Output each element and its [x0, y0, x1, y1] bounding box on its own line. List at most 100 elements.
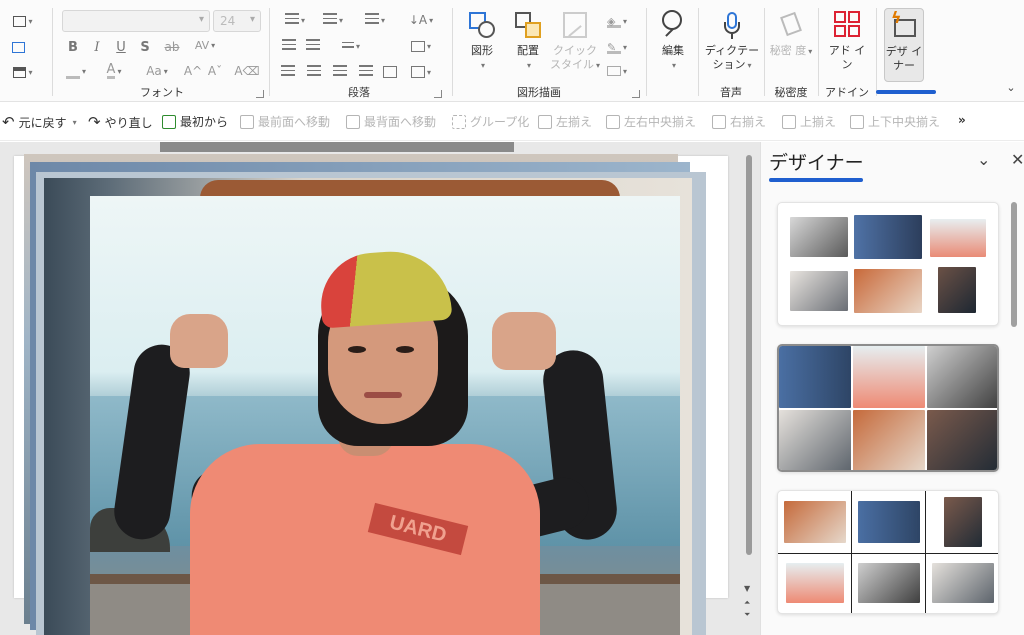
align-right-label: 右揃え: [730, 115, 767, 129]
slide-photo[interactable]: UARD: [90, 196, 680, 635]
thumbnail-photo: [944, 497, 982, 547]
arrange-button[interactable]: 配置 ▾: [504, 10, 552, 73]
previous-slide-arrow[interactable]: ⏶: [744, 598, 750, 608]
quick-styles-button[interactable]: クイック スタイル ▾: [546, 10, 604, 73]
shape-outline-button[interactable]: ✎ ▾: [602, 38, 632, 56]
slide-canvas: UARD: [0, 142, 760, 635]
align-middle-label: 上下中央揃え: [868, 115, 941, 129]
bullets-button[interactable]: ▾: [280, 12, 310, 28]
sensitivity-button[interactable]: 秘密 度 ▾: [768, 10, 814, 59]
shadow-button[interactable]: S: [138, 38, 152, 56]
thumbnail-photo: [932, 563, 994, 603]
font-size-combo[interactable]: 24 ▾: [213, 10, 261, 32]
align-left-button[interactable]: 左揃え: [538, 113, 592, 130]
designer-scrollbar[interactable]: [1011, 202, 1017, 462]
scroll-down-arrow[interactable]: ▼: [744, 584, 750, 593]
designer-button[interactable]: ϟ デザ イナー: [884, 8, 924, 82]
editing-button[interactable]: 編集 ▾: [650, 8, 696, 73]
align-right-button[interactable]: 右揃え: [712, 113, 766, 130]
pane-close-button[interactable]: ✕: [1011, 150, 1024, 169]
shapes-button[interactable]: 図形 ▾: [458, 10, 506, 73]
designer-pane-title: デザイナー: [769, 152, 864, 174]
highlighter-icon: [65, 75, 80, 79]
canvas-scrollbar-thumb[interactable]: [746, 155, 752, 555]
voice-group-label: 音声: [720, 86, 742, 99]
distributed-button[interactable]: [382, 64, 398, 80]
columns-button[interactable]: ▾: [336, 38, 366, 54]
redo-button[interactable]: ↷ やり直し: [88, 113, 153, 131]
bullets-icon: [284, 13, 299, 27]
align-middle-button[interactable]: 上下中央揃え: [850, 113, 940, 130]
bold-button[interactable]: B: [66, 38, 80, 56]
smartart-button[interactable]: ▾: [406, 64, 436, 80]
pane-options-button[interactable]: ⌄: [977, 150, 990, 169]
align-center-label: 左右中央揃え: [624, 115, 697, 129]
quick-styles-icon: [561, 10, 589, 40]
design-idea-card-selected[interactable]: [777, 344, 999, 472]
next-slide-arrow[interactable]: ⏷: [744, 610, 750, 620]
align-center-button[interactable]: 左右中央揃え: [606, 113, 696, 130]
more-commands-button[interactable]: »: [958, 113, 966, 127]
indent-icon: [306, 39, 320, 53]
drawing-dialog-launcher[interactable]: [632, 90, 640, 98]
design-idea-card[interactable]: [777, 490, 999, 614]
italic-button[interactable]: I: [90, 38, 104, 56]
character-spacing-button[interactable]: AV ▾: [190, 36, 220, 54]
line-spacing-button[interactable]: ▾: [360, 12, 390, 28]
left-eye: [348, 346, 366, 353]
bring-forward-button[interactable]: 最前面へ移動: [240, 113, 330, 130]
align-right-obj-icon: [712, 114, 726, 129]
underline-button[interactable]: U: [114, 38, 128, 56]
more-commands-label: »: [958, 113, 966, 127]
send-backward-button[interactable]: 最背面へ移動: [346, 113, 436, 130]
thumbnail-photo: [790, 271, 848, 311]
design-idea-card[interactable]: [777, 202, 999, 326]
grow-font-button[interactable]: A^: [184, 62, 202, 80]
highlight-button[interactable]: ▾: [62, 62, 90, 80]
sensitivity-label: 秘密 度: [769, 44, 807, 57]
new-slide-button[interactable]: ▾: [8, 12, 38, 30]
clear-formatting-button[interactable]: A⌫: [234, 62, 259, 80]
reuse-slides-button[interactable]: [8, 38, 28, 56]
addins-button[interactable]: アド イン: [824, 10, 870, 72]
addins-group: アド イン アドイン: [820, 0, 874, 102]
canvas-scrollbar[interactable]: ▼ ⏶ ⏷: [744, 150, 754, 630]
ribbon: ▾ ▾ ▾ 24 ▾ B I U S ab AV ▾ ▾ A ▾ Aa ▾ A^ Aˇ …: [0, 0, 1024, 102]
justify-icon: [359, 65, 373, 79]
quick-access-toolbar: ↶ 元に戻す ▾ ↷ やり直し 最初から 最前面へ移動 最背面へ移動 グループ化 左揃…: [0, 103, 1024, 141]
shrink-font-button[interactable]: Aˇ: [206, 62, 224, 80]
align-center-obj-icon: [606, 114, 620, 129]
group-button[interactable]: グループ化: [452, 113, 529, 130]
align-left-text-button[interactable]: [280, 64, 296, 80]
bring-forward-label: 最前面へ移動: [258, 115, 331, 129]
dictate-button[interactable]: ディクテー ション ▾: [702, 10, 762, 73]
font-dialog-launcher[interactable]: [256, 90, 264, 98]
text-direction-button[interactable]: ↓A ▾: [406, 12, 436, 28]
swim-cap: [317, 247, 453, 329]
font-color-icon: A: [106, 61, 116, 79]
change-case-button[interactable]: Aa ▾: [140, 62, 174, 80]
shape-effects-button[interactable]: ▾: [602, 62, 632, 80]
align-top-button[interactable]: 上揃え: [782, 113, 836, 130]
align-right-text-button[interactable]: [332, 64, 348, 80]
strikethrough-button[interactable]: ab: [162, 38, 182, 56]
justify-button[interactable]: [358, 64, 374, 80]
designer-scrollbar-thumb[interactable]: [1011, 202, 1017, 327]
shape-fill-button[interactable]: ◈ ▾: [602, 12, 632, 30]
arrange-icon: [513, 10, 543, 40]
increase-indent-button[interactable]: [304, 38, 322, 54]
decrease-indent-button[interactable]: [280, 38, 298, 54]
undo-button[interactable]: ↶ 元に戻す ▾: [2, 113, 77, 131]
ribbon-collapse-button[interactable]: ⌄: [1004, 80, 1018, 94]
numbering-button[interactable]: ▾: [318, 12, 348, 28]
font-color-button[interactable]: A ▾: [100, 62, 128, 80]
thumbnail-photo: [927, 346, 997, 408]
layout-button[interactable]: ▾: [8, 63, 38, 81]
paint-bucket-icon: ◈: [606, 15, 621, 28]
from-beginning-label: 最初から: [180, 115, 229, 129]
paragraph-dialog-launcher[interactable]: [434, 90, 442, 98]
from-beginning-button[interactable]: 最初から: [162, 113, 228, 130]
align-text-button[interactable]: ▾: [406, 38, 436, 54]
font-name-combo[interactable]: ▾: [62, 10, 210, 32]
center-text-button[interactable]: [306, 64, 322, 80]
